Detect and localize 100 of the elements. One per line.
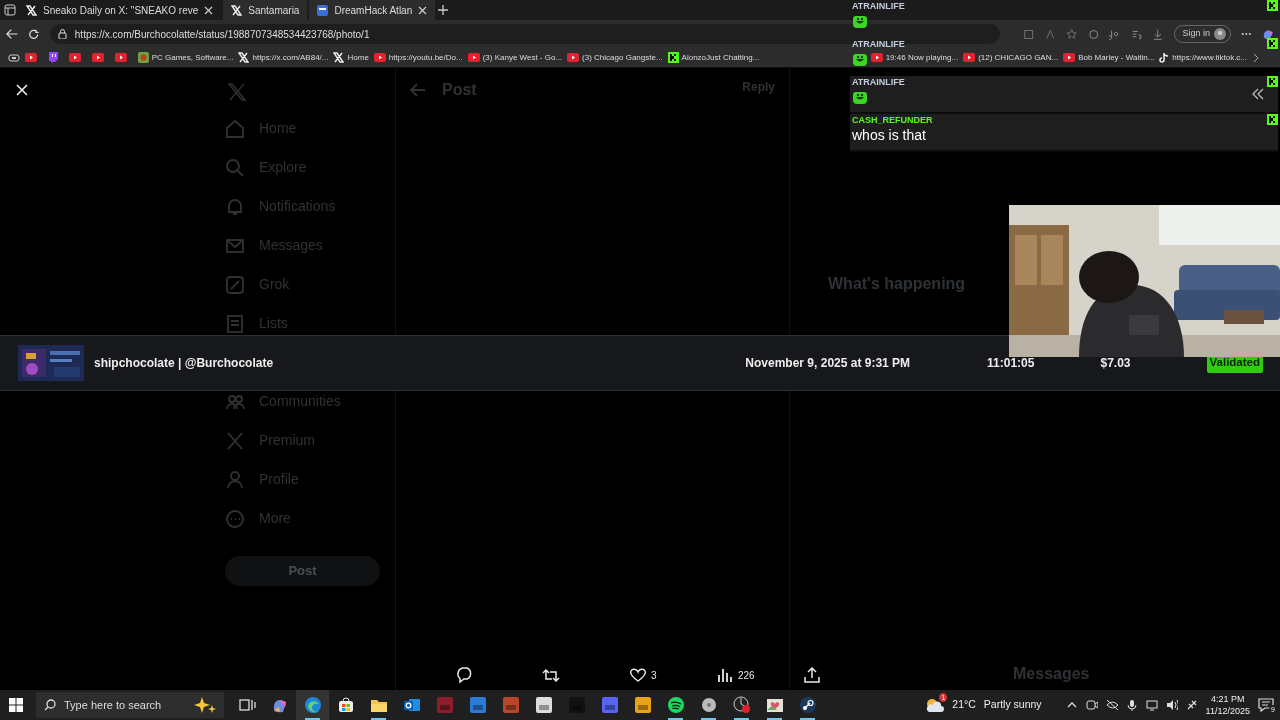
browser-tab[interactable]: DreamHack Atlan — [309, 0, 436, 20]
browser-tab[interactable]: Sneako Daily on X: "SNEAKO reve — [18, 0, 222, 20]
username: ATRAINLIFE — [852, 1, 905, 12]
browser-tab[interactable]: Santamaria — [223, 0, 308, 20]
camera-icon[interactable] — [1085, 699, 1098, 711]
split-screen-icon[interactable] — [1023, 27, 1035, 41]
placeholder-text: Type here to search — [64, 697, 162, 713]
copilot-icon[interactable] — [1261, 27, 1274, 41]
speaker-icon[interactable] — [1165, 699, 1178, 711]
speech-bubble-icon — [455, 666, 473, 684]
share-icon — [803, 666, 821, 684]
weather-text: Partly sunny — [983, 697, 1042, 713]
app-icon — [501, 696, 520, 714]
bookmark-link[interactable]: (3) Chicago Gangste... — [567, 51, 663, 64]
like-button[interactable]: 3 — [629, 666, 716, 684]
x-logo-icon — [231, 4, 243, 16]
network-icon[interactable] — [1145, 699, 1158, 711]
app-icon — [468, 696, 487, 714]
music-note-icon — [1159, 52, 1170, 63]
video-play-icon[interactable] — [91, 53, 104, 62]
clock-time: 4:21 PM — [1210, 693, 1246, 705]
new-tab-icon[interactable] — [437, 4, 450, 16]
chevron-right-icon[interactable] — [1252, 52, 1260, 63]
collections-icon[interactable] — [8, 53, 20, 62]
avatar-icon — [1214, 28, 1227, 40]
url-text: https://x.com/Burchocolatte/status/1988707348534423768/photo/1 — [74, 27, 370, 42]
taskbar-app[interactable] — [296, 690, 329, 720]
player-name: shipchocolate | @Burchocolate — [94, 355, 274, 372]
video-play-icon — [1063, 53, 1076, 62]
video-play-icon[interactable] — [68, 53, 81, 62]
chat-bubble-icon[interactable] — [47, 52, 58, 63]
message-text: whos is that — [852, 126, 927, 144]
video-play-icon — [467, 53, 480, 62]
repost-icon — [542, 666, 560, 684]
app-icon — [600, 696, 619, 714]
video-play-icon — [870, 53, 883, 62]
star-icon[interactable] — [1066, 27, 1078, 41]
video-play-icon — [373, 53, 386, 62]
username: CASH_REFUNDER — [852, 115, 933, 126]
close-icon[interactable] — [204, 5, 214, 15]
disc-icon — [699, 696, 718, 714]
video-play-icon[interactable] — [24, 53, 37, 62]
photo-app-icon — [765, 696, 784, 714]
bookmark-link[interactable]: Bob Marley - Waitin... — [1063, 51, 1155, 64]
temperature-text: 21°C — [952, 697, 976, 713]
start-icon[interactable] — [8, 697, 24, 713]
collapse-icon[interactable] — [1252, 88, 1264, 100]
clock-date: 11/12/2025 — [1205, 705, 1250, 717]
search-field[interactable]: Type here to search — [36, 692, 224, 718]
username: ATRAINLIFE — [852, 77, 905, 88]
microphone-icon[interactable] — [1125, 699, 1138, 711]
heart-icon — [629, 666, 647, 684]
bookmark-link[interactable]: 19:46 Now playing... — [870, 51, 959, 64]
x-logo-icon — [228, 83, 246, 101]
video-play-icon — [963, 53, 976, 62]
reload-icon[interactable] — [28, 27, 40, 41]
date-text: November 9, 2025 at 9:31 PM — [745, 355, 911, 372]
time-text: 11:01:05 — [987, 355, 1035, 372]
bookmark-link[interactable]: PC Games, Software... — [137, 51, 234, 64]
emote-icon — [852, 14, 867, 30]
tab-actions-icon[interactable] — [4, 4, 16, 16]
more-icon[interactable] — [1241, 32, 1252, 36]
game-icon — [137, 52, 149, 63]
bookmark-link[interactable]: AlonzoJust Chatting... — [667, 51, 760, 64]
task-view-icon — [237, 696, 256, 714]
x-logo-icon — [333, 52, 345, 63]
hidden-eye-icon[interactable] — [1105, 699, 1118, 711]
store-icon — [336, 696, 355, 714]
amount-text: $7.03 — [1100, 355, 1131, 372]
bookmark-link[interactable]: https://www.tiktok.c... — [1159, 51, 1247, 64]
record-icon — [732, 696, 751, 714]
browser-icon — [303, 696, 322, 714]
k-logo-icon — [1267, 38, 1278, 49]
search-icon — [44, 699, 56, 711]
weather-icon — [924, 696, 945, 714]
mail-app-icon — [402, 696, 421, 714]
download-icon[interactable] — [1152, 27, 1164, 41]
views-button[interactable]: 226 — [716, 666, 803, 684]
close-icon — [14, 81, 30, 98]
bookmark-link[interactable]: https://x.com/AB84/... — [238, 51, 329, 64]
emote-icon — [852, 52, 867, 68]
notifications-icon[interactable] — [1258, 697, 1274, 714]
app-icon — [633, 696, 652, 714]
back-icon[interactable] — [6, 28, 19, 40]
k-logo-icon — [1267, 0, 1278, 11]
bookmark-link[interactable]: https://youtu.be/Do... — [373, 51, 463, 64]
bookmark-link[interactable]: Home — [333, 51, 369, 64]
music-app-icon — [666, 696, 685, 714]
k-logo-icon — [667, 52, 679, 63]
site-icon — [317, 4, 329, 16]
extensions-icon[interactable] — [1087, 27, 1100, 41]
app-icon — [534, 696, 553, 714]
bookmark-link[interactable]: (3) Kanye West - Go... — [467, 51, 563, 64]
lock-icon — [57, 29, 67, 39]
x-logo-icon — [238, 52, 250, 63]
bookmark-link[interactable]: (12) CHICAGO GAN... — [963, 51, 1059, 64]
emote-icon — [852, 90, 867, 106]
bar-chart-icon — [716, 666, 734, 684]
close-icon[interactable] — [418, 5, 428, 15]
video-play-icon[interactable] — [114, 53, 127, 62]
